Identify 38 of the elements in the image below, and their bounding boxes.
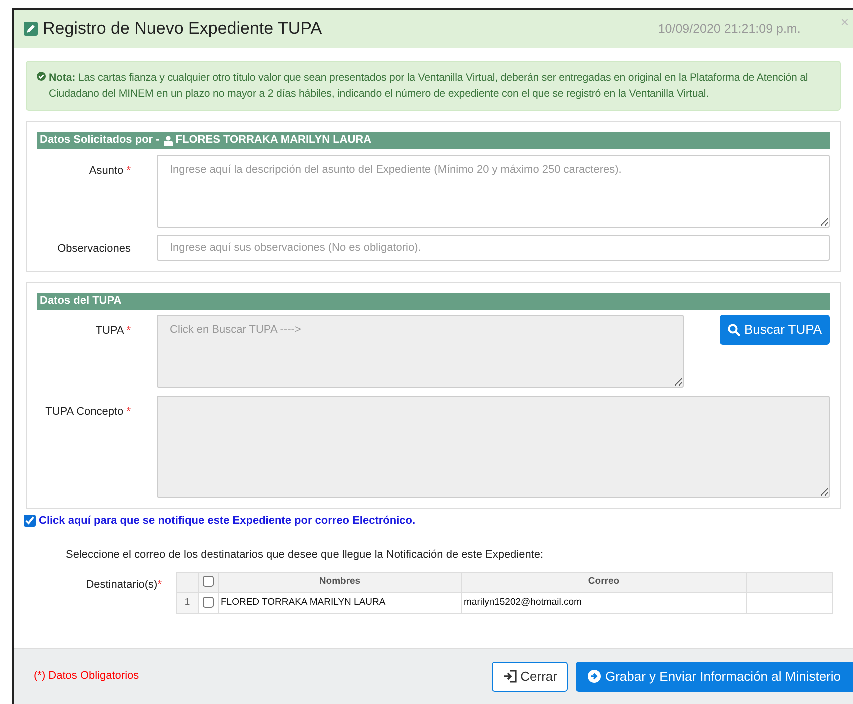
modal-title: Registro de Nuevo Expediente TUPA	[43, 18, 322, 40]
user-icon	[164, 136, 173, 146]
table-cell: FLORED TORRAKA MARILYN LAURA	[218, 592, 462, 614]
text-area: Click en Buscar TUPA ---->	[157, 315, 684, 388]
search-button[interactable]: Buscar TUPA	[720, 315, 830, 345]
required-mark: *	[126, 406, 131, 418]
input-field[interactable]: Ingrese aquí sus observaciones (No es obligatorio).	[157, 235, 830, 261]
required-mark: *	[126, 325, 131, 337]
row-checkbox[interactable]	[203, 596, 214, 608]
note-text: Nota: Las cartas fianza y cualquier otro título valor que sean presentados por la Ventanilla Virtual, deberán ser entregadas en original en la Plataforma de Atención al Ciudadano del MINEM en un plazo no mayor a 2 días hábiles, indicando el número de expediente con el que se registró en la Ventanilla Virtual.	[49, 71, 810, 102]
person-name: FLORES TORRAKA MARILYN LAURA	[176, 133, 372, 148]
close-dialog-button[interactable]: Cerrar	[492, 662, 568, 692]
edit-icon	[24, 22, 38, 36]
table-cell: marilyn15202@hotmail.com	[462, 592, 746, 614]
required-mark: *	[158, 579, 162, 591]
submit-button[interactable]: Grabar y Enviar Información al Ministerio	[576, 662, 853, 692]
field-label: TUPA	[96, 325, 124, 337]
notify-checkbox[interactable]	[24, 515, 36, 528]
select-all-checkbox[interactable]	[203, 576, 214, 588]
field-label: TUPA Concepto	[46, 406, 124, 418]
required-note: (*) Datos Obligatorios	[34, 669, 140, 684]
field-label: Destinatario(s)	[86, 579, 158, 591]
section-title: Datos Solicitados por -	[40, 133, 160, 148]
section-title: Datos del TUPA	[40, 294, 122, 310]
exit-icon	[502, 670, 517, 683]
column-header: Correo	[462, 572, 746, 592]
datetime: 10/09/2020 21:21:09 p.m.	[658, 20, 801, 38]
field-label: Observaciones	[58, 243, 131, 255]
required-mark: *	[126, 165, 131, 177]
column-header: Nombres	[218, 572, 462, 592]
notify-label[interactable]: Click aquí para que se notifique este Expediente por correo Electrónico.	[39, 513, 416, 530]
row-number: 1	[176, 592, 198, 614]
text-area[interactable]: Ingrese aquí la descripción del asunto del Expediente (Mínimo 20 y máximo 250 caracteres).	[157, 155, 830, 228]
instruction-text: Seleccione el correo de los destinatarios que desee que llegue la Notificación de este Expediente:	[66, 548, 545, 562]
check-circle-icon	[37, 72, 46, 81]
search-icon	[728, 324, 742, 336]
arrow-circle-icon	[588, 670, 602, 683]
field-label: Asunto	[89, 165, 124, 177]
